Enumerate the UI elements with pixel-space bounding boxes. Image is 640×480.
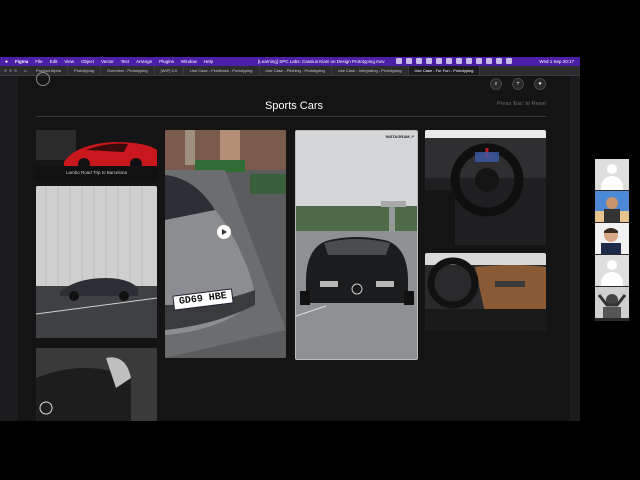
add-icon[interactable]: + — [512, 78, 524, 90]
tab-prototyping[interactable]: Prototyping — [68, 66, 102, 75]
status-icons — [396, 58, 512, 64]
card-interior-seat[interactable] — [425, 253, 546, 331]
instagram-link[interactable]: INSTAGRAM ↗ — [386, 134, 414, 139]
card-caption: Lambo Road Trip to Barcelona — [36, 166, 157, 180]
apple-icon[interactable]: ● — [5, 59, 8, 65]
status-icon[interactable] — [416, 58, 422, 64]
tab-integrating[interactable]: Use Case - Integrating - Prototyping — [332, 66, 409, 75]
status-icon[interactable] — [506, 58, 512, 64]
mac-menubar: ● Figma File Edit View Object Vector Tex… — [0, 57, 580, 66]
status-icon[interactable] — [466, 58, 472, 64]
search-icon[interactable]: ⌕ — [490, 78, 502, 90]
tab-wip[interactable]: [WIP] 3.0 — [155, 66, 185, 75]
mercedes-amg-image — [296, 131, 417, 359]
card-mercedes-front[interactable] — [36, 348, 157, 421]
menu-object[interactable]: Object — [81, 59, 94, 64]
card-mercedes-amg[interactable]: INSTAGRAM ↗ — [295, 130, 418, 360]
menu-view[interactable]: View — [64, 59, 74, 64]
participant-image — [595, 223, 629, 254]
figma-tabbar: ⌂ Product Alpha Prototyping Overview - P… — [0, 66, 580, 76]
status-icon[interactable] — [436, 58, 442, 64]
status-icon[interactable] — [476, 58, 482, 64]
profile-icon[interactable]: ● — [534, 78, 546, 90]
tab-for-fun[interactable]: Use Case - For Fun - Prototyping — [408, 66, 481, 75]
menu-text[interactable]: Text — [121, 59, 129, 64]
tab-product-alpha[interactable]: Product Alpha — [30, 66, 68, 75]
back-button[interactable] — [36, 72, 50, 86]
menu-window[interactable]: Window — [181, 59, 197, 64]
card-red-car[interactable]: Lambo Road Trip to Barcelona — [36, 130, 157, 180]
participant-placeholder[interactable] — [595, 255, 629, 286]
menu-vector[interactable]: Vector — [101, 59, 114, 64]
figma-window: ● Figma File Edit View Object Vector Tex… — [0, 57, 580, 421]
participant-image — [595, 287, 629, 318]
minimize-dot-icon[interactable] — [9, 69, 12, 72]
gallery-header: ⌕ + ● Sports Cars Press 'Esc' to Reset — [18, 72, 570, 136]
status-icon[interactable] — [426, 58, 432, 64]
participant-image — [595, 191, 629, 222]
menu-file[interactable]: File — [35, 59, 42, 64]
card-garage-car[interactable] — [36, 186, 157, 338]
close-dot-icon[interactable] — [4, 69, 7, 72]
card-tesla[interactable]: GD69 HBE — [165, 130, 286, 358]
participant-video[interactable] — [595, 223, 629, 254]
status-icon[interactable] — [396, 58, 402, 64]
window-controls — [4, 69, 17, 72]
esc-hint: Press 'Esc' to Reset — [497, 101, 546, 107]
participant-video[interactable] — [595, 287, 629, 318]
interior-seat-image — [425, 253, 546, 331]
menu-edit[interactable]: Edit — [50, 59, 58, 64]
status-icon[interactable] — [446, 58, 452, 64]
participant-video[interactable] — [595, 191, 629, 222]
status-icon[interactable] — [496, 58, 502, 64]
divider — [36, 116, 546, 117]
menu-plugins[interactable]: Plugins — [159, 59, 174, 64]
page-title: Sports Cars — [264, 100, 324, 112]
tab-overview[interactable]: Overview - Prototyping — [101, 66, 155, 75]
menu-app-name[interactable]: Figma — [15, 59, 28, 64]
video-call-strip — [595, 159, 629, 321]
tab-feedback[interactable]: Use Case - Feedback - Prototyping — [184, 66, 260, 75]
status-icon[interactable] — [456, 58, 462, 64]
clock[interactable]: Wed 1 Sep 20:17 — [539, 59, 574, 64]
zoom-dot-icon[interactable] — [14, 69, 17, 72]
mercedes-front-image — [36, 348, 157, 421]
status-icon[interactable] — [406, 58, 412, 64]
prototype-viewer: ⌕ + ● Sports Cars Press 'Esc' to Reset L… — [0, 72, 580, 421]
document-title: [Learning] SPC Labs: Cassius Kiani on De… — [258, 59, 385, 64]
menu-help[interactable]: Help — [204, 59, 213, 64]
tab-pitching[interactable]: Use Case - Pitching - Prototyping — [260, 66, 332, 75]
tesla-image — [165, 130, 286, 358]
card-lambo-interior[interactable] — [425, 130, 546, 245]
participant-placeholder[interactable] — [595, 159, 629, 190]
status-icon[interactable] — [486, 58, 492, 64]
garage-car-image — [36, 186, 157, 338]
prototype-frame: ⌕ + ● Sports Cars Press 'Esc' to Reset L… — [18, 72, 570, 421]
steering-wheel-image — [425, 130, 546, 245]
home-icon[interactable]: ⌂ — [21, 66, 30, 75]
play-icon[interactable] — [217, 225, 231, 239]
menu-arrange[interactable]: Arrange — [136, 59, 152, 64]
